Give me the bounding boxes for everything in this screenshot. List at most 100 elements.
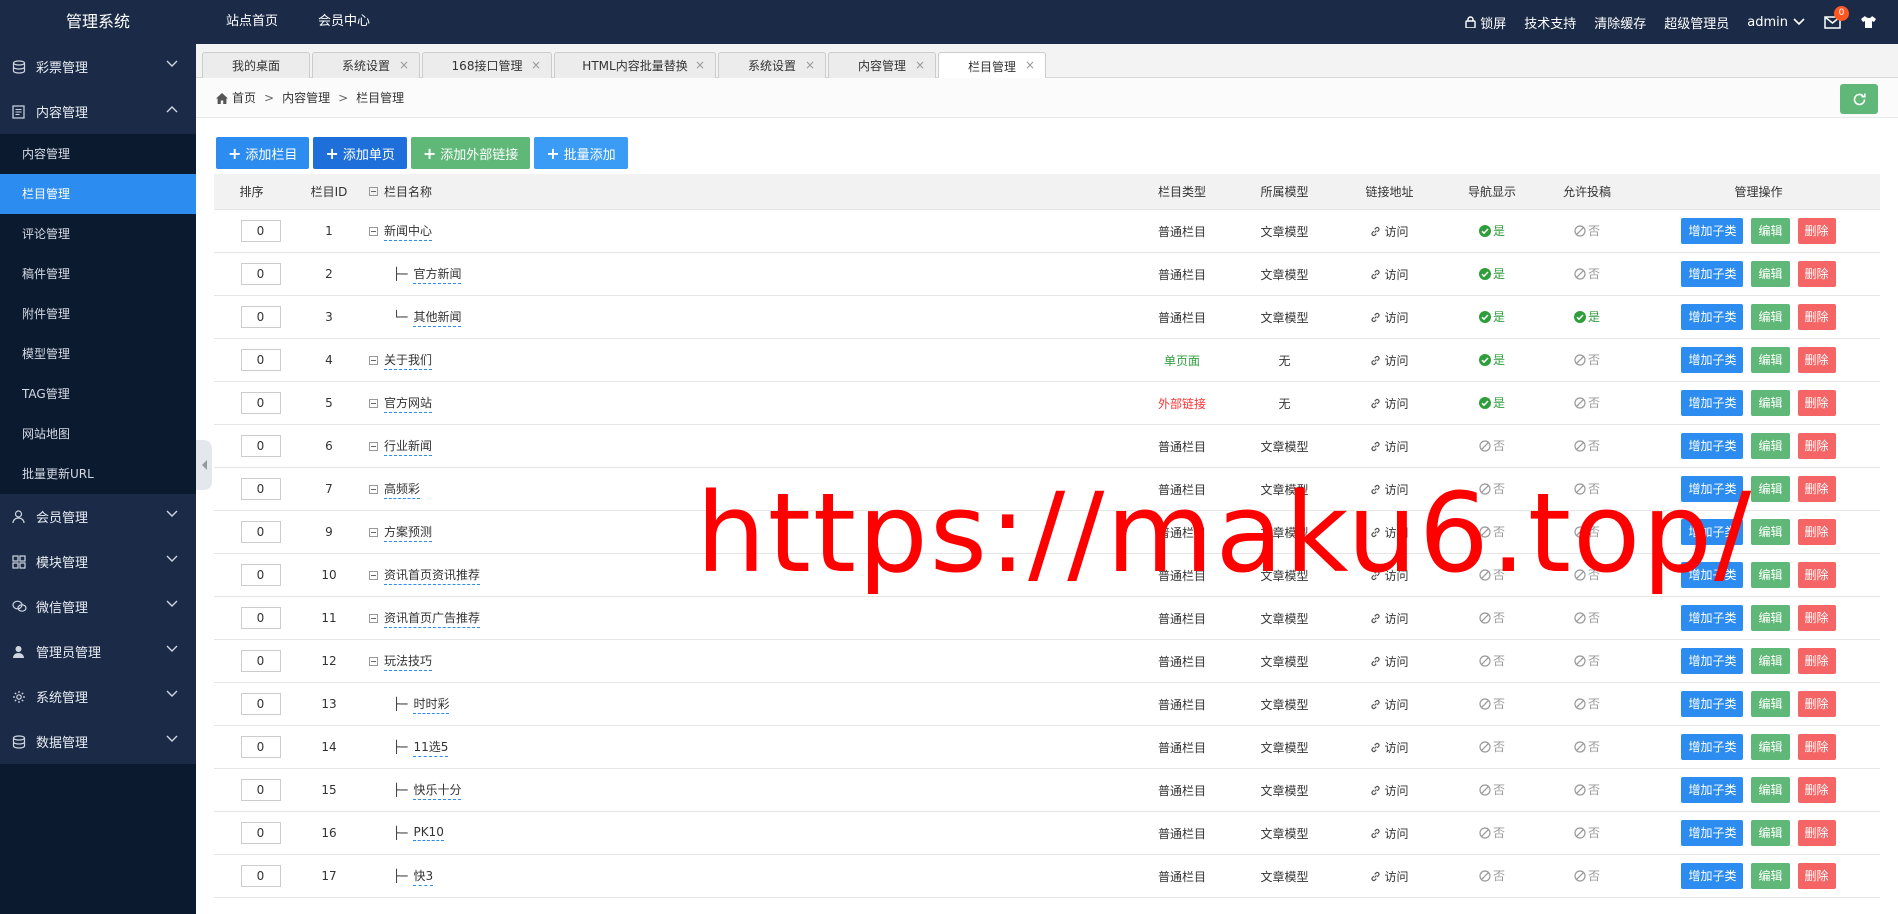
top-nav-site-home[interactable]: 站点首页: [206, 0, 298, 44]
delete-button[interactable]: 删除: [1797, 390, 1836, 416]
tab-168-api[interactable]: 168接口管理 ×: [422, 52, 552, 78]
delete-button[interactable]: 删除: [1797, 347, 1836, 373]
tab-content-manage[interactable]: 内容管理 ×: [828, 52, 936, 78]
post-no[interactable]: 否: [1574, 824, 1600, 841]
column-name-link[interactable]: 行业新闻: [384, 437, 433, 456]
nav-yes[interactable]: 是: [1478, 351, 1505, 368]
sort-input[interactable]: [240, 650, 281, 672]
nav-no[interactable]: 否: [1479, 523, 1505, 540]
column-name-link[interactable]: 玩法技巧: [384, 652, 433, 671]
tab-column-manage[interactable]: 栏目管理 ×: [938, 52, 1046, 79]
clear-cache-button[interactable]: 清除缓存: [1585, 13, 1655, 32]
sidebar-item-batch-update-url[interactable]: 批量更新URL: [0, 454, 196, 494]
add-column-button[interactable]: + 添加栏目: [216, 137, 310, 169]
top-nav-member-center[interactable]: 会员中心: [298, 0, 390, 44]
nav-no[interactable]: 否: [1479, 652, 1505, 669]
post-no[interactable]: 否: [1574, 222, 1600, 239]
visit-link[interactable]: 访问: [1370, 395, 1409, 412]
edit-button[interactable]: 编辑: [1751, 519, 1790, 545]
sidebar-group-system[interactable]: 系统管理: [0, 674, 196, 719]
collapse-icon[interactable]: [369, 656, 378, 666]
column-name-link[interactable]: 官方新闻: [413, 265, 462, 284]
edit-button[interactable]: 编辑: [1751, 304, 1790, 330]
sidebar-group-data[interactable]: 数据管理: [0, 719, 196, 764]
collapse-icon[interactable]: [369, 226, 378, 236]
delete-button[interactable]: 删除: [1797, 820, 1836, 846]
post-no[interactable]: 否: [1574, 351, 1600, 368]
post-no[interactable]: 否: [1574, 738, 1600, 755]
lock-screen-button[interactable]: 锁屏: [1456, 13, 1515, 32]
post-no[interactable]: 否: [1574, 609, 1600, 626]
sort-input[interactable]: [240, 607, 281, 629]
nav-no[interactable]: 否: [1479, 437, 1505, 454]
visit-link[interactable]: 访问: [1370, 653, 1409, 670]
nav-no[interactable]: 否: [1479, 566, 1505, 583]
edit-button[interactable]: 编辑: [1751, 777, 1790, 803]
sort-input[interactable]: [240, 822, 281, 844]
edit-button[interactable]: 编辑: [1751, 476, 1790, 502]
nav-no[interactable]: 否: [1479, 480, 1505, 497]
edit-button[interactable]: 编辑: [1751, 347, 1790, 373]
add-subcategory-button[interactable]: 增加子类: [1681, 777, 1744, 803]
add-subcategory-button[interactable]: 增加子类: [1681, 863, 1744, 889]
add-subcategory-button[interactable]: 增加子类: [1681, 476, 1744, 502]
sidebar-group-admins[interactable]: 管理员管理: [0, 629, 196, 674]
sidebar-group-wechat[interactable]: 微信管理: [0, 584, 196, 629]
user-menu[interactable]: admin: [1738, 15, 1814, 30]
sort-input[interactable]: [240, 306, 281, 328]
delete-button[interactable]: 删除: [1797, 734, 1836, 760]
edit-button[interactable]: 编辑: [1751, 734, 1790, 760]
add-external-link-button[interactable]: + 添加外部链接: [410, 137, 531, 169]
breadcrumb-content-manage[interactable]: 内容管理: [282, 78, 330, 118]
add-subcategory-button[interactable]: 增加子类: [1681, 562, 1744, 588]
column-name-link[interactable]: PK10: [413, 825, 444, 841]
sidebar-item-column-manage[interactable]: 栏目管理: [0, 174, 196, 214]
sort-input[interactable]: [240, 865, 281, 887]
delete-button[interactable]: 删除: [1797, 562, 1836, 588]
sidebar-item-comment-manage[interactable]: 评论管理: [0, 214, 196, 254]
close-icon[interactable]: ×: [531, 58, 541, 72]
post-no[interactable]: 否: [1574, 867, 1600, 884]
add-subcategory-button[interactable]: 增加子类: [1681, 648, 1744, 674]
edit-button[interactable]: 编辑: [1751, 218, 1790, 244]
sort-input[interactable]: [240, 478, 281, 500]
column-name-link[interactable]: 时时彩: [413, 695, 450, 714]
column-name-link[interactable]: 11选5: [413, 738, 449, 757]
visit-link[interactable]: 访问: [1370, 223, 1409, 240]
column-name-link[interactable]: 方案预测: [384, 523, 433, 542]
sidebar-collapse-handle[interactable]: [196, 440, 212, 490]
sidebar-item-draft-manage[interactable]: 稿件管理: [0, 254, 196, 294]
visit-link[interactable]: 访问: [1370, 610, 1409, 627]
sort-input[interactable]: [240, 693, 281, 715]
delete-button[interactable]: 删除: [1797, 605, 1836, 631]
visit-link[interactable]: 访问: [1370, 438, 1409, 455]
sort-input[interactable]: [240, 564, 281, 586]
post-no[interactable]: 否: [1574, 480, 1600, 497]
add-subcategory-button[interactable]: 增加子类: [1681, 347, 1744, 373]
add-subcategory-button[interactable]: 增加子类: [1681, 218, 1744, 244]
nav-no[interactable]: 否: [1479, 781, 1505, 798]
add-subcategory-button[interactable]: 增加子类: [1681, 261, 1744, 287]
visit-link[interactable]: 访问: [1370, 825, 1409, 842]
tab-my-desktop[interactable]: 我的桌面: [202, 52, 310, 78]
sidebar-item-sitemap[interactable]: 网站地图: [0, 414, 196, 454]
visit-link[interactable]: 访问: [1370, 739, 1409, 756]
column-name-link[interactable]: 快乐十分: [413, 781, 462, 800]
add-subcategory-button[interactable]: 增加子类: [1681, 519, 1744, 545]
sidebar-group-modules[interactable]: 模块管理: [0, 539, 196, 584]
add-single-page-button[interactable]: + 添加单页: [313, 137, 407, 169]
post-no[interactable]: 否: [1574, 566, 1600, 583]
visit-link[interactable]: 访问: [1370, 309, 1409, 326]
sidebar-group-members[interactable]: 会员管理: [0, 494, 196, 539]
post-no[interactable]: 否: [1574, 265, 1600, 282]
add-subcategory-button[interactable]: 增加子类: [1681, 304, 1744, 330]
collapse-icon[interactable]: [369, 484, 378, 494]
collapse-icon[interactable]: [369, 441, 378, 451]
visit-link[interactable]: 访问: [1370, 868, 1409, 885]
visit-link[interactable]: 访问: [1370, 782, 1409, 799]
edit-button[interactable]: 编辑: [1751, 820, 1790, 846]
column-name-link[interactable]: 高频彩: [384, 480, 421, 499]
post-no[interactable]: 否: [1574, 523, 1600, 540]
visit-link[interactable]: 访问: [1370, 696, 1409, 713]
collapse-icon[interactable]: [369, 527, 378, 537]
